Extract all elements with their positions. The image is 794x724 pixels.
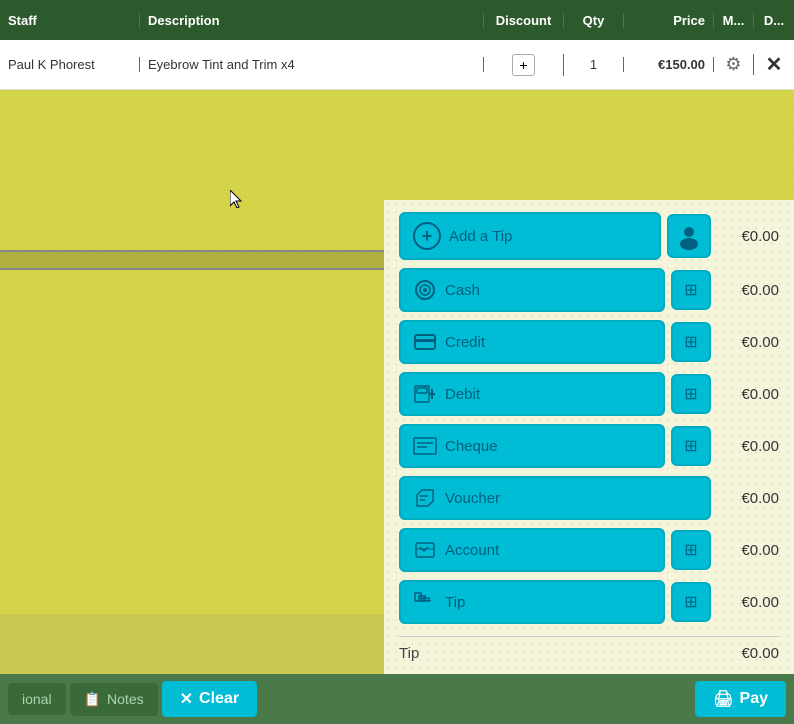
debit-button[interactable]: Debit [399, 372, 665, 416]
voucher-button[interactable]: Voucher [399, 476, 711, 520]
add-tip-amount: €0.00 [719, 228, 779, 245]
credit-amount: €0.00 [719, 334, 779, 351]
clear-button[interactable]: ✕ Clear [162, 681, 257, 717]
avatar-button[interactable] [667, 214, 711, 258]
clear-label: Clear [199, 690, 239, 708]
tip-row: Tip ⊞ €0.00 [399, 580, 779, 624]
account-button[interactable]: Account [399, 528, 665, 572]
account-calc-button[interactable]: ⊞ [671, 530, 711, 570]
tip-summary-label: Tip [399, 645, 419, 662]
credit-button[interactable]: Credit [399, 320, 665, 364]
notes-button[interactable]: 📋 Notes [70, 683, 158, 716]
tip-label: Tip [445, 594, 465, 611]
cell-qty: 1 [564, 57, 624, 72]
cheque-button[interactable]: Cheque [399, 424, 665, 468]
cell-staff: Paul K Phorest [0, 57, 140, 72]
tip-amount: €0.00 [719, 594, 779, 611]
col-header-discount: Discount [484, 13, 564, 28]
clear-x-icon: ✕ [180, 689, 193, 709]
cheque-row: Cheque ⊞ €0.00 [399, 424, 779, 468]
cheque-calc-button[interactable]: ⊞ [671, 426, 711, 466]
bottom-bar: ional 📋 Notes ✕ Clear 🖨 Pay [0, 674, 794, 724]
tip-button[interactable]: Tip [399, 580, 665, 624]
col-header-d: D... [754, 13, 794, 28]
voucher-label: Voucher [445, 490, 500, 507]
promotional-button[interactable]: ional [8, 683, 66, 715]
cash-icon [413, 278, 437, 302]
add-tip-button[interactable]: + Add a Tip [399, 212, 661, 260]
payment-panel: + Add a Tip €0.00 [384, 200, 794, 724]
add-tip-label: Add a Tip [449, 228, 512, 245]
cash-label: Cash [445, 282, 480, 299]
table-header: Staff Description Discount Qty Price M..… [0, 0, 794, 40]
account-label: Account [445, 542, 499, 559]
credit-card-icon [413, 330, 437, 354]
add-tip-row: + Add a Tip €0.00 [399, 212, 779, 260]
tip-summary-row: Tip €0.00 [399, 645, 779, 662]
debit-label: Debit [445, 386, 480, 403]
col-header-staff: Staff [0, 13, 140, 28]
notes-label: Notes [107, 691, 144, 707]
cell-description: Eyebrow Tint and Trim x4 [140, 57, 484, 72]
col-header-qty: Qty [564, 13, 624, 28]
debit-card-icon [413, 382, 437, 406]
cash-calc-button[interactable]: ⊞ [671, 270, 711, 310]
col-header-price: Price [624, 13, 714, 28]
debit-calc-button[interactable]: ⊞ [671, 374, 711, 414]
table-row: Paul K Phorest Eyebrow Tint and Trim x4 … [0, 40, 794, 90]
cell-price: €150.00 [624, 57, 714, 72]
debit-row: Debit ⊞ €0.00 [399, 372, 779, 416]
credit-calc-button[interactable]: ⊞ [671, 322, 711, 362]
credit-label: Credit [445, 334, 485, 351]
add-tip-icon: + [413, 222, 441, 250]
pay-icon: 🖨 [713, 689, 733, 709]
add-discount-button[interactable]: + [512, 54, 534, 76]
account-row: Account ⊞ €0.00 [399, 528, 779, 572]
cheque-label: Cheque [445, 438, 498, 455]
tip-summary-value: €0.00 [741, 645, 779, 662]
account-icon [413, 538, 437, 562]
pay-button[interactable]: 🖨 Pay [695, 681, 786, 717]
tip-icon [413, 590, 437, 614]
account-amount: €0.00 [719, 542, 779, 559]
voucher-amount: €0.00 [719, 490, 779, 507]
col-header-m: M... [714, 13, 754, 28]
cell-settings[interactable]: ⚙ [714, 54, 754, 75]
cell-discount[interactable]: + [484, 54, 564, 76]
yellow-lower-area: + Add a Tip €0.00 [0, 270, 794, 614]
pay-label: Pay [740, 690, 768, 708]
credit-row: Credit ⊞ €0.00 [399, 320, 779, 364]
gear-icon[interactable]: ⚙ [725, 54, 741, 74]
voucher-icon [413, 486, 437, 510]
cheque-icon [413, 434, 437, 458]
cash-button[interactable]: Cash [399, 268, 665, 312]
tip-calc-button[interactable]: ⊞ [671, 582, 711, 622]
col-header-description: Description [140, 13, 484, 28]
promotional-label: ional [22, 691, 52, 707]
notes-icon: 📋 [84, 691, 101, 708]
voucher-row: Voucher €0.00 [399, 476, 779, 520]
debit-amount: €0.00 [719, 386, 779, 403]
cheque-amount: €0.00 [719, 438, 779, 455]
cell-delete[interactable]: ✕ [754, 52, 794, 77]
close-icon[interactable]: ✕ [766, 54, 783, 76]
cash-row: Cash ⊞ €0.00 [399, 268, 779, 312]
cursor [230, 190, 244, 208]
cash-amount: €0.00 [719, 282, 779, 299]
